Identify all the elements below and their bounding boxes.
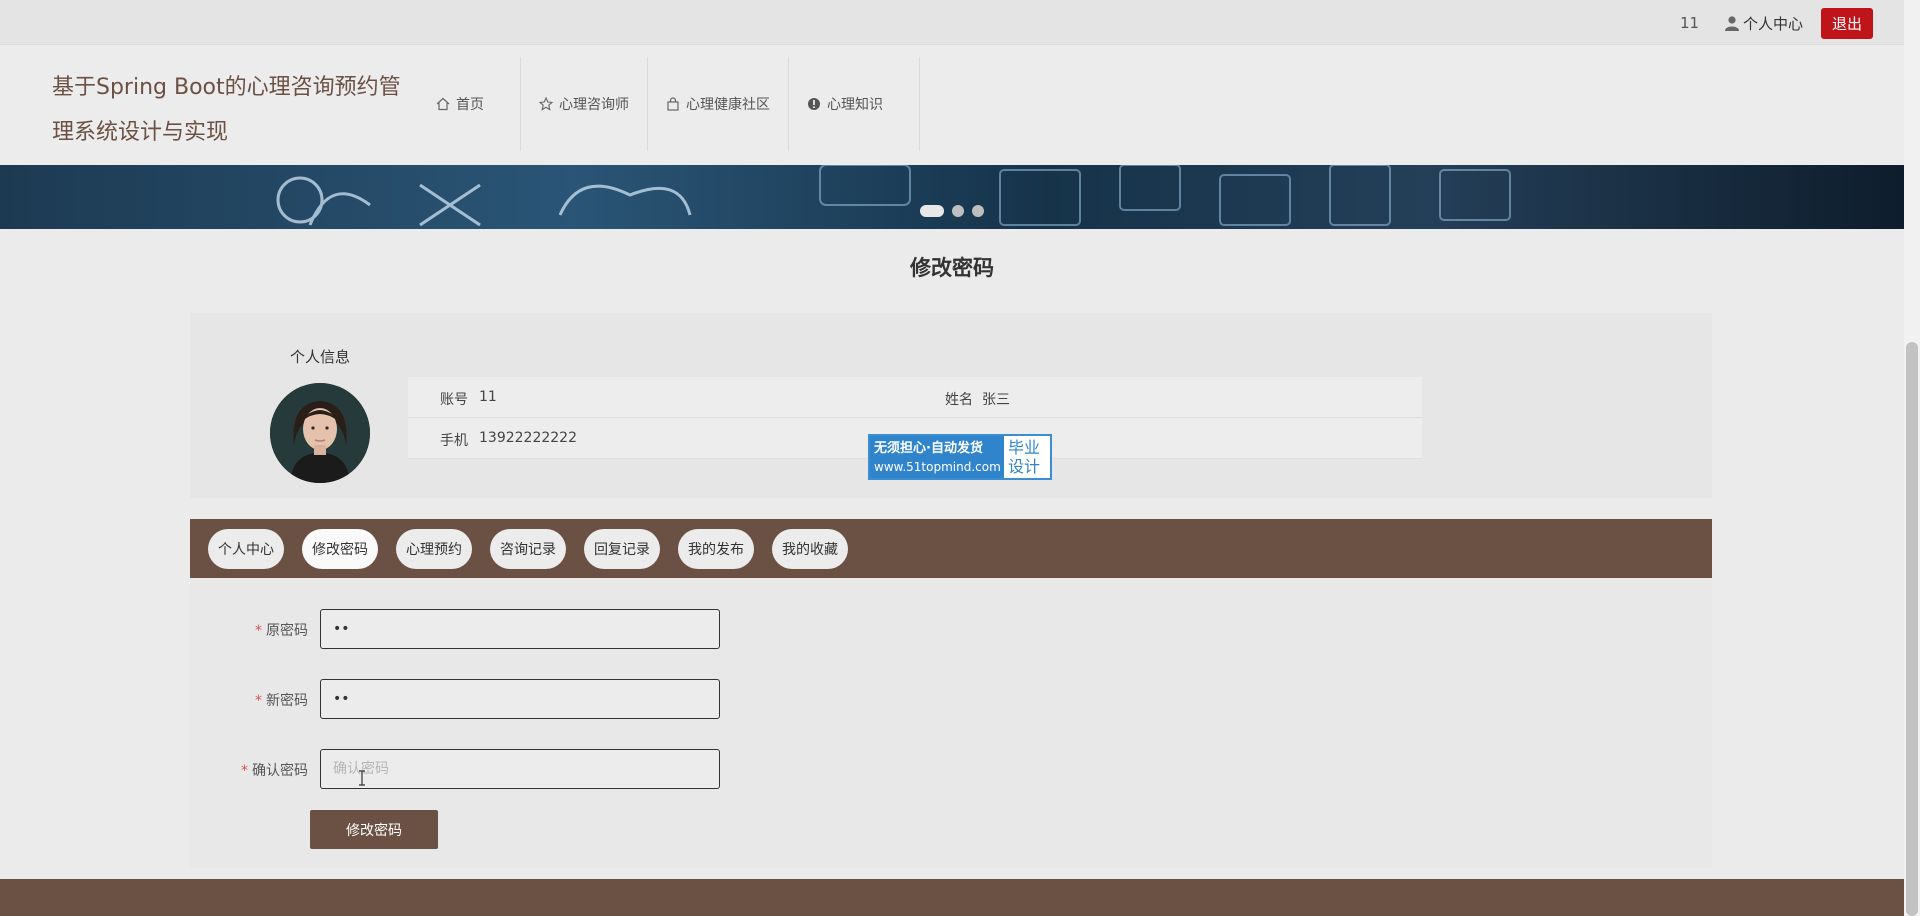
personal-center-label: 个人中心 xyxy=(1743,15,1804,33)
tab-personal-center[interactable]: 个人中心 xyxy=(208,528,284,569)
user-tabs: 个人中心 修改密码 心理预约 咨询记录 回复记录 我的发布 我的收藏 xyxy=(190,519,1712,578)
required-mark: * xyxy=(255,623,262,639)
old-password-input[interactable] xyxy=(320,609,720,649)
banner-image xyxy=(276,165,1511,227)
logout-button[interactable]: 退出 xyxy=(1821,8,1873,39)
tab-my-posts[interactable]: 我的发布 xyxy=(678,528,754,569)
scrollbar-thumb[interactable] xyxy=(1906,342,1918,916)
alert-icon xyxy=(808,98,820,110)
watermark-right2: 设计 xyxy=(1008,457,1041,476)
nav-knowledge-label: 心理知识 xyxy=(827,97,883,113)
site-title: 基于Spring Boot的心理咨询预约管理系统设计与实现 xyxy=(52,75,401,145)
tab-consult-records[interactable]: 咨询记录 xyxy=(490,528,566,569)
account-value: 11 xyxy=(479,389,497,405)
footer xyxy=(0,879,1904,916)
confirm-password-input[interactable] xyxy=(320,749,720,789)
carousel-dot-1[interactable] xyxy=(920,205,944,217)
nav-community-label: 心理健康社区 xyxy=(686,97,770,113)
tab-appointments[interactable]: 心理预约 xyxy=(396,528,472,569)
phone-value: 13922222222 xyxy=(479,430,577,446)
tab-change-password[interactable]: 修改密码 xyxy=(302,528,378,569)
watermark-line1: 无须担心·自动发货 xyxy=(874,441,983,456)
required-mark: * xyxy=(255,693,262,709)
watermark-badge: 无须担心·自动发货 www.51topmind.com 毕业 设计 xyxy=(868,434,1052,480)
page-title: 修改密码 xyxy=(910,256,994,280)
carousel-dots xyxy=(920,205,984,217)
new-password-label: 新密码 xyxy=(266,693,308,709)
nav-knowledge[interactable]: 心理知识 xyxy=(789,57,920,151)
required-mark: * xyxy=(241,763,248,779)
nav-community[interactable]: 心理健康社区 xyxy=(648,57,789,151)
nav-counselors[interactable]: 心理咨询师 xyxy=(521,57,648,151)
nav-home-label: 首页 xyxy=(456,97,484,113)
old-password-label: 原密码 xyxy=(266,623,308,639)
watermark-right1: 毕业 xyxy=(1008,438,1041,457)
top-bar: 11 个人中心 退出 xyxy=(0,0,1904,45)
carousel-dot-3[interactable] xyxy=(972,205,984,217)
main-nav: 首页 心理咨询师 心理健康社区 心理知识 xyxy=(418,57,920,151)
new-password-input[interactable] xyxy=(320,679,720,719)
phone-label: 手机 xyxy=(440,433,468,449)
star-icon xyxy=(539,97,553,111)
tab-my-favorites[interactable]: 我的收藏 xyxy=(772,528,848,569)
confirm-password-row: * 确认密码 xyxy=(190,749,720,789)
nav-counselors-label: 心理咨询师 xyxy=(559,97,629,113)
banner-carousel xyxy=(0,165,1904,229)
confirm-password-label: 确认密码 xyxy=(252,763,308,779)
carousel-dot-2[interactable] xyxy=(952,205,964,217)
personal-info-label: 个人信息 xyxy=(290,348,351,366)
change-password-button[interactable]: 修改密码 xyxy=(310,810,438,849)
info-row: 账号 11 姓名 张三 xyxy=(408,377,1422,418)
tab-reply-records[interactable]: 回复记录 xyxy=(584,528,660,569)
name-label: 姓名 xyxy=(945,392,973,408)
personal-center-link[interactable]: 个人中心 xyxy=(1725,13,1803,34)
avatar xyxy=(270,383,370,483)
user-id: 11 xyxy=(1680,14,1700,32)
nav-home[interactable]: 首页 xyxy=(418,57,521,151)
home-icon xyxy=(436,97,450,111)
old-password-row: * 原密码 xyxy=(190,609,720,649)
text-cursor-icon xyxy=(359,770,365,786)
watermark-line2: www.51topmind.com xyxy=(874,460,1001,474)
account-label: 账号 xyxy=(440,392,468,408)
name-value: 张三 xyxy=(982,392,1010,408)
user-icon xyxy=(1725,16,1739,31)
avatar-image xyxy=(270,383,370,483)
bag-icon xyxy=(667,97,679,111)
new-password-row: * 新密码 xyxy=(190,679,720,719)
header: 基于Spring Boot的心理咨询预约管理系统设计与实现 首页 心理咨询师 心… xyxy=(0,45,1904,165)
